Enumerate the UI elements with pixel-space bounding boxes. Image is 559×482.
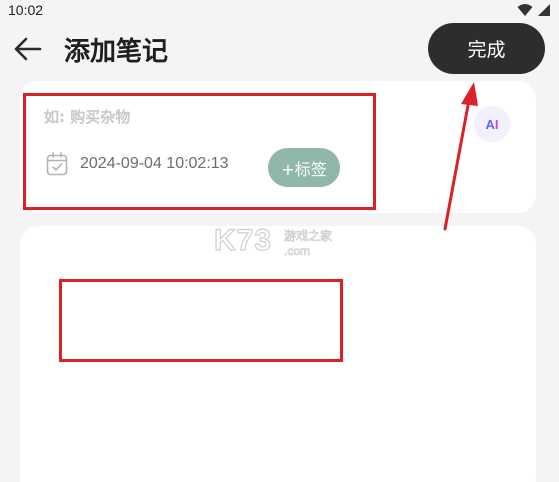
add-note-screen: 10:02 添加笔记 完成 如: 购买杂物 AI 2024-09-04 10:0… (0, 0, 559, 482)
annotation-arrow-icon (443, 82, 478, 231)
